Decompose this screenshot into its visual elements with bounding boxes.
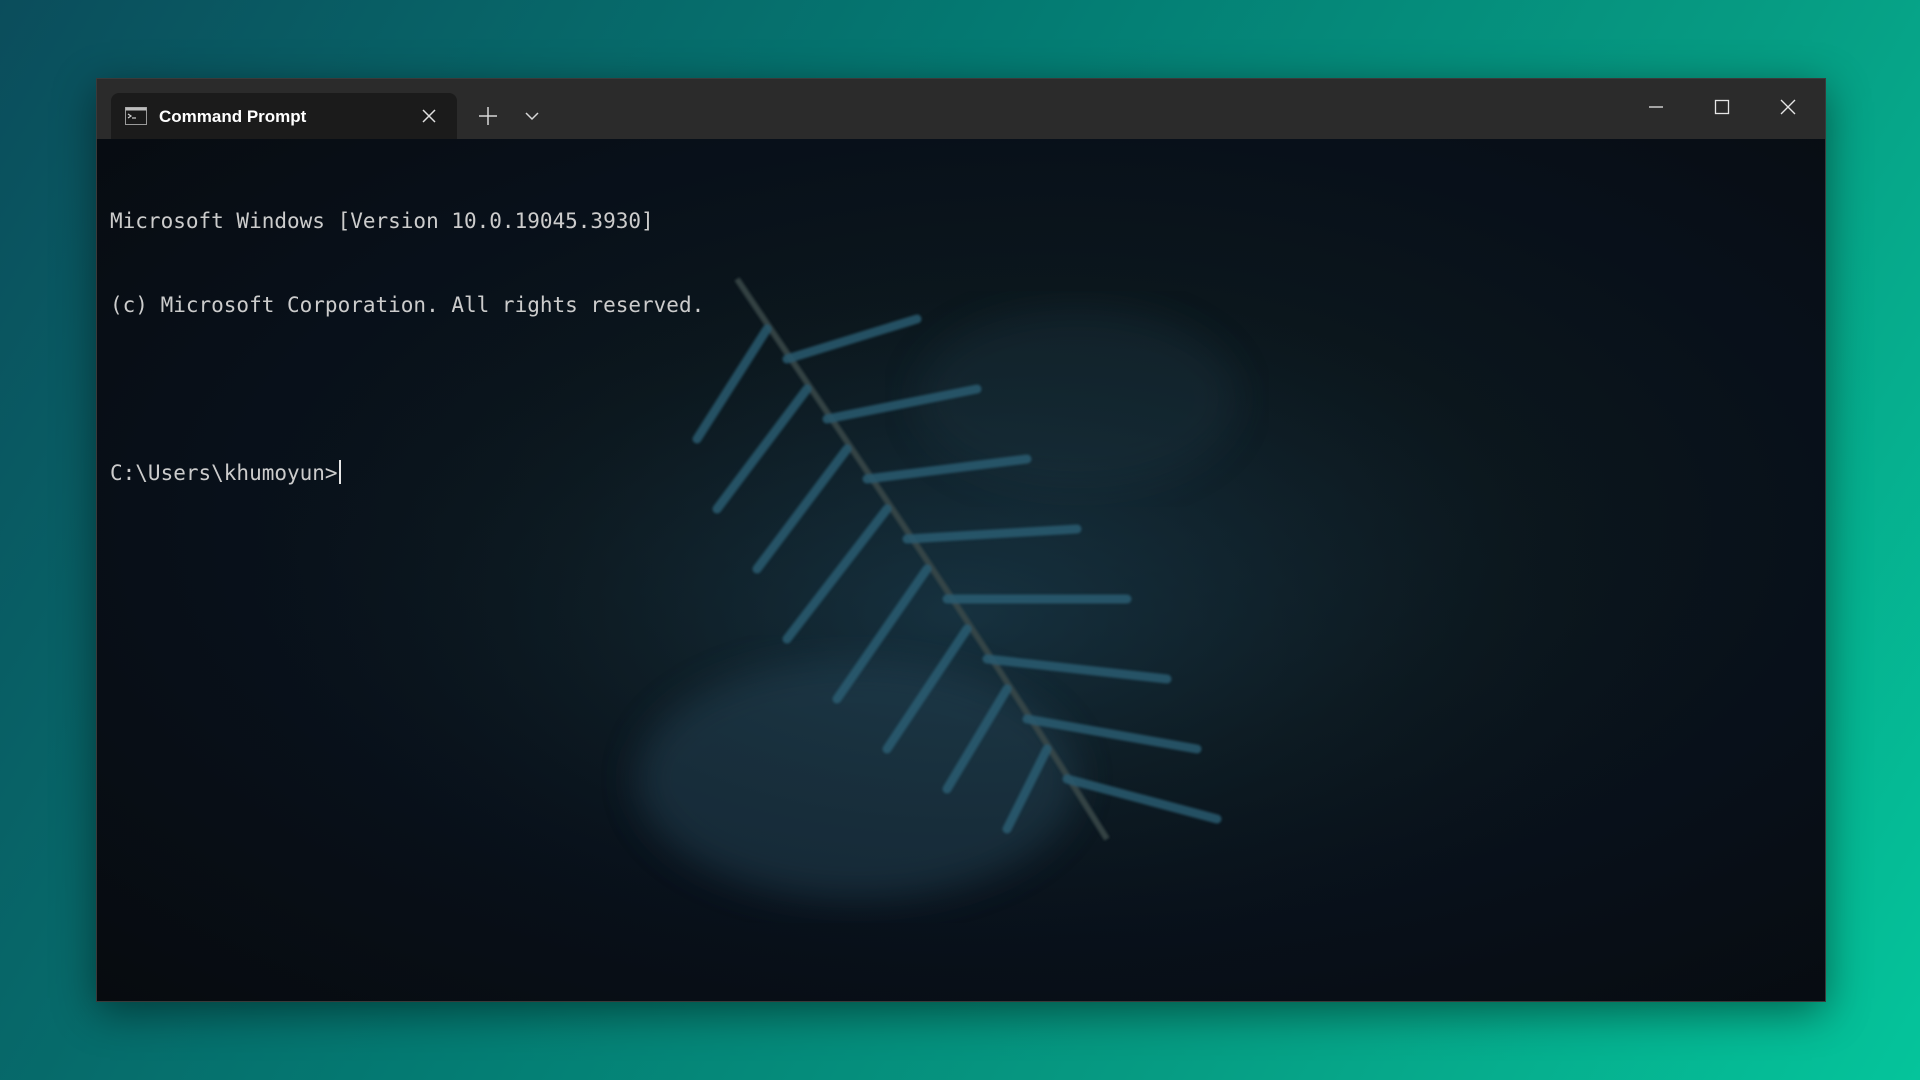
terminal-line: (c) Microsoft Corporation. All rights re… (110, 293, 705, 317)
minimize-button[interactable] (1633, 89, 1679, 125)
plus-icon[interactable] (475, 103, 501, 129)
maximize-button[interactable] (1699, 89, 1745, 125)
prompt-text: C:\Users\khumoyun> (110, 461, 338, 485)
terminal-pane[interactable]: Microsoft Windows [Version 10.0.19045.39… (97, 139, 1825, 1001)
tab-label: Command Prompt (159, 107, 307, 126)
terminal-output: Microsoft Windows [Version 10.0.19045.39… (110, 151, 704, 543)
close-icon[interactable] (419, 106, 439, 126)
close-window-button[interactable] (1765, 89, 1811, 125)
prompt-line[interactable]: C:\Users\khumoyun> (110, 459, 704, 487)
cmd-icon (125, 107, 147, 125)
text-cursor (338, 460, 341, 484)
chevron-down-icon[interactable] (521, 105, 543, 127)
terminal-line: Microsoft Windows [Version 10.0.19045.39… (110, 209, 654, 233)
tab-command-prompt[interactable]: Command Prompt (111, 93, 457, 139)
title-bar[interactable]: Command Prompt (97, 79, 1825, 139)
terminal-window: Command Prompt Microsoft Windows [Versio… (96, 78, 1826, 1002)
